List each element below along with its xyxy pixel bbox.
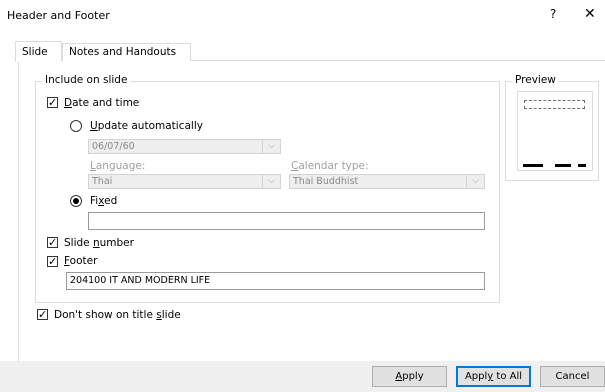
dialog-title: Header and Footer	[7, 9, 110, 22]
checkmark-icon: ✓	[48, 96, 58, 109]
chevron-down-icon: ⌵	[466, 175, 484, 188]
preview-footer-placeholder	[555, 164, 571, 167]
preview-slide-number-placeholder	[578, 164, 586, 167]
fixed-label[interactable]: Fixed	[90, 195, 117, 207]
dont-show-on-title-slide-label[interactable]: Don't show on title slide	[54, 309, 181, 321]
date-time-checkbox[interactable]: ✓	[47, 97, 58, 108]
include-on-slide-group	[35, 81, 500, 303]
calendar-type-value: Thai Buddhist	[293, 176, 359, 187]
include-on-slide-legend: Include on slide	[42, 74, 131, 86]
language-combo[interactable]: Thai ⌵	[88, 174, 281, 189]
chevron-down-icon: ⌵	[262, 175, 280, 188]
date-format-value: 06/07/60	[92, 141, 135, 152]
tab-notes-and-handouts[interactable]: Notes and Handouts	[62, 43, 191, 61]
radio-selected-dot	[73, 198, 79, 204]
footer-input[interactable]: 204100 IT AND MODERN LIFE	[66, 272, 485, 290]
preview-legend: Preview	[512, 74, 559, 86]
cancel-button[interactable]: Cancel	[540, 366, 605, 387]
language-label: Language:	[90, 160, 146, 172]
slide-number-label[interactable]: Slide number	[64, 237, 134, 249]
fixed-radio[interactable]	[70, 195, 82, 207]
apply-to-all-button[interactable]: Apply to All	[456, 366, 531, 387]
preview-title-placeholder	[524, 100, 585, 109]
checkmark-icon: ✓	[48, 255, 58, 268]
slide-number-checkbox[interactable]: ✓	[47, 237, 58, 248]
language-value: Thai	[92, 176, 113, 187]
checkmark-icon: ✓	[48, 236, 58, 249]
footer-checkbox[interactable]: ✓	[47, 256, 58, 267]
update-automatically-label[interactable]: Update automatically	[90, 120, 203, 132]
close-button[interactable]: ✕	[584, 6, 596, 22]
checkmark-icon: ✓	[38, 308, 48, 321]
tab-slide[interactable]: Slide	[15, 41, 62, 62]
calendar-type-combo[interactable]: Thai Buddhist ⌵	[289, 174, 485, 189]
dont-show-on-title-slide-checkbox[interactable]: ✓	[37, 309, 48, 320]
fixed-date-input[interactable]	[88, 212, 485, 230]
chevron-down-icon: ⌵	[262, 140, 280, 153]
calendar-type-label: Calendar type:	[291, 160, 369, 172]
footer-label[interactable]: Footer	[64, 255, 97, 267]
help-button[interactable]: ?	[550, 7, 556, 21]
apply-button[interactable]: Apply	[372, 366, 447, 387]
date-time-label[interactable]: Date and time	[64, 97, 139, 109]
date-format-combo[interactable]: 06/07/60 ⌵	[88, 139, 281, 154]
update-automatically-radio[interactable]	[70, 120, 82, 132]
preview-date-placeholder	[523, 164, 543, 167]
